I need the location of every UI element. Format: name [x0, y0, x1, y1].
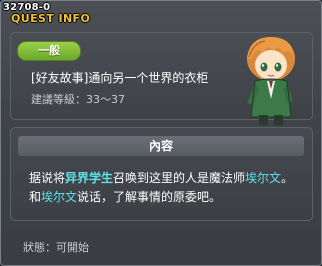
highlight-npc-name: 埃尔文 [245, 171, 282, 185]
description-text: 据说将 [29, 171, 66, 185]
description-text: 召唤到这里的人是魔法师 [113, 171, 246, 185]
content-header: 內容 [18, 136, 304, 156]
npc-portrait-icon [247, 37, 295, 125]
description-line-2: 和埃尔文说话，了解事情的原委吧。 [29, 188, 221, 205]
quest-title: [好友故事]通向另一个世界的衣柜 [31, 71, 209, 85]
quest-info-window: 32708-0 QUEST INFO 一般 [好友故事]通向另一个世界的衣柜 建… [0, 0, 322, 266]
category-badge: 一般 [17, 41, 81, 61]
description-text: 。 [281, 171, 294, 185]
quest-status: 狀態：可開始 [23, 241, 89, 254]
recommended-level: 建議等級：33～37 [31, 93, 125, 106]
highlight-npc-name: 埃尔文 [41, 190, 78, 204]
description-text: 说话，了解事情的原委吧。 [77, 190, 222, 204]
description-line-1: 据说将异界学生召唤到这里的人是魔法师埃尔文。 [29, 169, 293, 186]
highlight-student: 异界学生 [65, 171, 114, 185]
window-title: QUEST INFO [11, 12, 91, 25]
description-text: 和 [29, 190, 42, 204]
